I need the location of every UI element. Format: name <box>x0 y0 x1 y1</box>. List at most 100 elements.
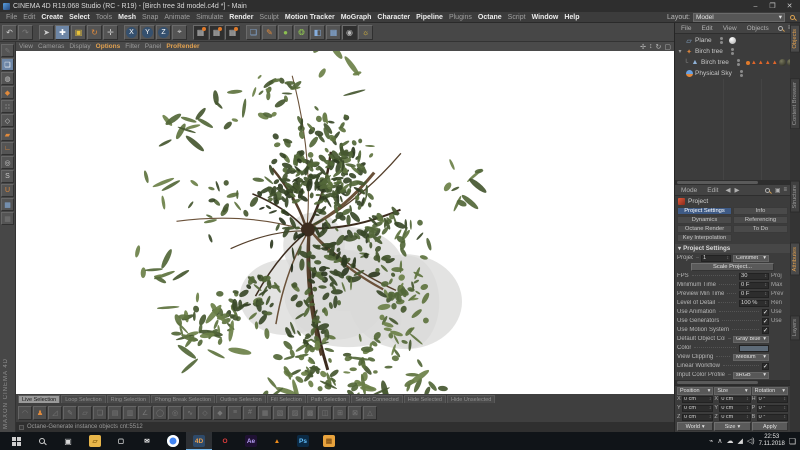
redo-icon[interactable]: ↷ <box>18 25 33 40</box>
workplane-mode-icon[interactable]: ◆ <box>1 86 14 99</box>
opera-taskbar-button[interactable]: O <box>212 432 238 450</box>
viewport-menu-view[interactable]: View <box>19 43 33 50</box>
coordinate-system-icon[interactable]: ⌖ <box>172 25 187 40</box>
am-settings-icon[interactable]: ≡ <box>783 187 787 193</box>
side-tab-objects[interactable]: Objects <box>790 25 800 53</box>
spinner-icon[interactable]: ↕ <box>783 414 786 420</box>
add-subdivision-icon[interactable]: ● <box>278 25 293 40</box>
attr-tab-dynamics[interactable]: Dynamics <box>677 216 732 224</box>
default-object-color-dropdown[interactable]: Gray Blue▾ <box>733 336 769 343</box>
edges-mode-icon[interactable]: ◇ <box>1 114 14 127</box>
snap-magnet-icon[interactable]: U <box>1 184 14 197</box>
menu-tools[interactable]: Tools <box>93 14 115 21</box>
viewport-menu-prorender[interactable]: ProRender <box>166 43 199 50</box>
coord-field[interactable]: 0 cm↕ <box>682 396 713 403</box>
enable-dots[interactable] <box>740 70 743 77</box>
color-swatch[interactable] <box>739 345 769 352</box>
pen-pair-icon[interactable]: ⌁ <box>709 437 713 445</box>
viewport-menu-panel[interactable]: Panel <box>145 43 162 50</box>
after-effects-taskbar-button[interactable]: Ae <box>238 432 264 450</box>
coord-field[interactable]: 0 cm↕ <box>682 405 713 412</box>
modeling-tool-9-icon[interactable]: ∠ <box>138 406 152 420</box>
spinner-icon[interactable]: ↕ <box>709 414 712 420</box>
rotate-view-icon[interactable]: ↻ <box>656 43 662 51</box>
side-tab-structure[interactable]: Structure <box>790 181 800 213</box>
selection-tag-icon[interactable]: ▲ <box>765 60 771 66</box>
modeling-tool-8-icon[interactable]: ▥ <box>123 406 137 420</box>
modeling-tool-2-icon[interactable]: ♟ <box>33 406 47 420</box>
object-row-physical-sky[interactable]: Physical Sky <box>675 68 790 79</box>
attr-tab-referencing[interactable]: Referencing <box>733 216 788 224</box>
object-row-plane[interactable]: ▱Plane <box>675 35 790 46</box>
points-mode-icon[interactable]: ∷ <box>1 100 14 113</box>
enable-dots[interactable] <box>720 37 723 44</box>
modeling-tool-14-icon[interactable]: ◆ <box>213 406 227 420</box>
am-menu-mode[interactable]: Mode <box>678 187 700 194</box>
object-axis-icon[interactable]: ∟ <box>1 142 14 155</box>
tab-loop-selection[interactable]: Loop Selection <box>61 395 105 403</box>
modeling-tool-18-icon[interactable]: ▧ <box>273 406 287 420</box>
hidden-icons-chevron[interactable]: ∧ <box>717 437 722 445</box>
spinner-icon[interactable]: ↕ <box>746 414 749 420</box>
object-manager-scrollbar[interactable] <box>675 180 790 185</box>
make-editable-icon[interactable]: ✎ <box>1 44 14 57</box>
spinner-icon[interactable]: ↕ <box>765 282 768 288</box>
menu-file[interactable]: File <box>3 14 20 21</box>
tab-live-selection[interactable]: Live Selection <box>18 395 60 403</box>
pan-view-icon[interactable]: ✢ <box>640 43 646 51</box>
menu-motion-tracker[interactable]: Motion Tracker <box>282 14 338 21</box>
material-tag[interactable] <box>779 59 786 66</box>
chrome-taskbar-button[interactable] <box>160 432 186 450</box>
menu-simulate[interactable]: Simulate <box>193 14 226 21</box>
lock-y-axis-icon[interactable]: Y <box>140 25 155 40</box>
coord-field[interactable]: 0 cm↕ <box>682 414 713 421</box>
add-environment-icon[interactable]: ▦ <box>326 25 341 40</box>
modeling-tool-7-icon[interactable]: ▤ <box>108 406 122 420</box>
spinner-icon[interactable]: ↕ <box>746 396 749 402</box>
position-mode-dropdown[interactable]: World▾ <box>677 422 713 431</box>
tab-phong-break-selection[interactable]: Phong Break Selection <box>151 395 215 403</box>
modeling-tool-3-icon[interactable]: ◿ <box>48 406 62 420</box>
menu-window[interactable]: Window <box>529 14 562 21</box>
store-taskbar-button[interactable]: ▢ <box>108 432 134 450</box>
side-tab-layers[interactable]: Layers <box>790 315 800 340</box>
modeling-tool-10-icon[interactable]: ◯ <box>153 406 167 420</box>
attr-tab-octane-render[interactable]: Octane Render <box>677 225 732 233</box>
modeling-tool-12-icon[interactable]: ∿ <box>183 406 197 420</box>
layout-dropdown[interactable]: Model▾ <box>693 13 785 22</box>
modeling-tool-1-icon[interactable]: ◠ <box>18 406 32 420</box>
onedrive-cloud-icon[interactable]: ☁ <box>726 437 733 445</box>
menu-plugins[interactable]: Plugins <box>446 14 475 21</box>
om-menu-view[interactable]: View <box>720 25 740 32</box>
tab-hide-unselected[interactable]: Hide Unselected <box>447 395 495 403</box>
menu-snap[interactable]: Snap <box>139 14 161 21</box>
modeling-tool-15-icon[interactable]: ≡ <box>228 406 242 420</box>
attr-tab-project-settings[interactable]: Project Settings <box>677 207 732 215</box>
menu-octane[interactable]: Octane <box>475 14 505 21</box>
add-cube-icon[interactable]: ❑ <box>246 25 261 40</box>
modeling-tool-5-icon[interactable]: ▱ <box>78 406 92 420</box>
menu-render[interactable]: Render <box>226 14 256 21</box>
add-mograph-icon[interactable]: ❂ <box>294 25 309 40</box>
move-tool-icon[interactable]: ✚ <box>55 25 70 40</box>
modeling-tool-22-icon[interactable]: ⊞ <box>333 406 347 420</box>
tab-ring-selection[interactable]: Ring Selection <box>107 395 150 403</box>
spinner-icon[interactable]: ↕ <box>727 255 730 261</box>
coord-field[interactable]: 0 °↕ <box>757 414 788 421</box>
om-menu-file[interactable]: File <box>678 25 694 32</box>
input-color-profile-dropdown[interactable]: sRGB▾ <box>733 372 769 379</box>
modeling-tool-19-icon[interactable]: ▨ <box>288 406 302 420</box>
menu-animate[interactable]: Animate <box>161 14 193 21</box>
spinner-icon[interactable]: ↕ <box>709 396 712 402</box>
am-history-fwd-icon[interactable]: ▶ <box>734 186 739 194</box>
om-menu-edit[interactable]: Edit <box>698 25 715 32</box>
texture-mode-icon[interactable]: ◍ <box>1 72 14 85</box>
rotate-tool-icon[interactable]: ↻ <box>87 25 102 40</box>
enable-dots[interactable] <box>731 48 734 55</box>
modeling-tool-4-icon[interactable]: ✎ <box>63 406 77 420</box>
om-search-icon[interactable] <box>778 26 783 31</box>
project-scale-field[interactable]: 1↕ <box>701 255 731 262</box>
last-tool-icon[interactable]: ✛ <box>103 25 118 40</box>
modeling-tool-6-icon[interactable]: ❏ <box>93 406 107 420</box>
viewport-menu-display[interactable]: Display <box>69 43 90 50</box>
